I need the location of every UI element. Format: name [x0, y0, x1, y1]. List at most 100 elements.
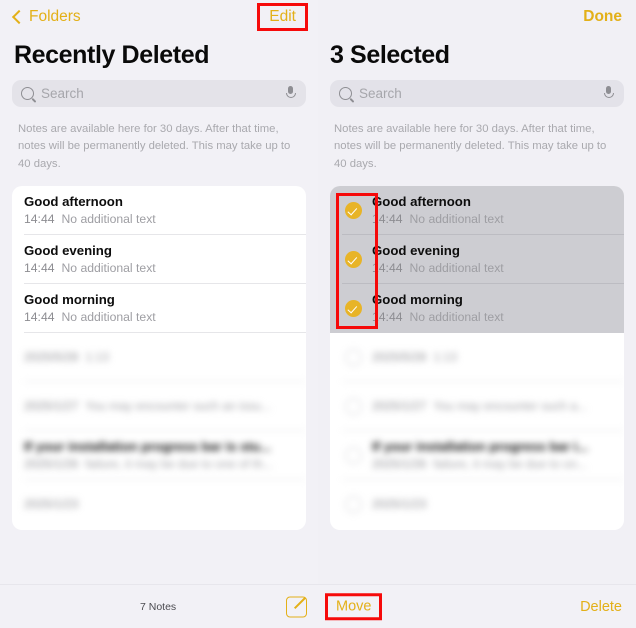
- table-row[interactable]: 2025/1/27 You may encounter such a...: [330, 382, 624, 431]
- done-button[interactable]: Done: [583, 9, 622, 25]
- search-input-left[interactable]: Search: [12, 80, 306, 108]
- note-preview: 1:13: [85, 350, 109, 365]
- table-row[interactable]: Good evening 14:44 No additional text: [12, 235, 306, 284]
- note-time: 2025/1/26: [372, 457, 427, 472]
- table-row[interactable]: 2025/1/23: [12, 480, 306, 529]
- search-placeholder-right: Search: [359, 86, 402, 101]
- row-body: Good afternoon 14:44 No additional text: [372, 193, 624, 228]
- row-body: 2025/5/28 1:13: [24, 348, 306, 365]
- checkbox-unchecked-icon[interactable]: [345, 446, 362, 464]
- note-time: 2025/1/27: [372, 399, 427, 414]
- row-body: Good morning 14:44 No additional text: [372, 291, 624, 326]
- row-body: If your installation progress bar is stu…: [24, 438, 306, 473]
- note-subtitle: 14:44 No additional text: [24, 260, 306, 276]
- row-body: 2025/5/28 1:13: [372, 348, 624, 365]
- row-body: 2025/1/23: [372, 495, 624, 512]
- retention-info-left: Notes are available here for 30 days. Af…: [18, 123, 291, 170]
- note-time: 2025/1/26: [24, 457, 79, 472]
- checkbox-checked-icon[interactable]: [345, 299, 362, 317]
- row-body: Good evening 14:44 No additional text: [372, 242, 624, 277]
- note-subtitle: 2025/1/23: [372, 496, 624, 512]
- back-button-label: Folders: [29, 8, 81, 26]
- note-subtitle: 2025/1/27 You may encounter such an issu.…: [24, 398, 306, 414]
- edit-button[interactable]: Edit: [257, 2, 308, 32]
- notes-app-screenshot: Folders Edit Recently Deleted Search Not…: [0, 0, 636, 628]
- back-to-folders-button[interactable]: Folders: [11, 8, 81, 26]
- side-by-side-panes: Folders Edit Recently Deleted Search Not…: [0, 0, 636, 584]
- note-title: If your installation progress bar is stu…: [24, 438, 271, 454]
- row-body: 2025/1/23: [24, 495, 306, 512]
- search-input-right[interactable]: Search: [330, 80, 624, 108]
- checkbox-checked-icon[interactable]: [345, 250, 362, 268]
- row-body: If your installation progress bar i... 2…: [372, 438, 624, 473]
- table-row[interactable]: If your installation progress bar i... 2…: [330, 431, 624, 480]
- note-time: 14:44: [24, 212, 55, 227]
- note-time: 2025/5/28: [24, 350, 79, 365]
- microphone-icon[interactable]: [603, 86, 615, 101]
- table-row[interactable]: 2025/5/28 1:13: [12, 333, 306, 382]
- table-row[interactable]: Good morning 14:44 No additional text: [12, 284, 306, 333]
- note-subtitle: 2025/1/26 failure, it may be due to one o…: [24, 456, 306, 472]
- note-time: 14:44: [372, 212, 403, 227]
- right-navbar: Done: [318, 0, 636, 34]
- note-subtitle: 14:44 No additional text: [372, 211, 624, 227]
- table-row[interactable]: Good afternoon 14:44 No additional text: [330, 185, 624, 235]
- note-subtitle: 2025/1/27 You may encounter such a...: [372, 398, 624, 414]
- compose-note-icon[interactable]: [286, 596, 307, 617]
- table-row[interactable]: 2025/5/28 1:13: [330, 333, 624, 382]
- search-placeholder-left: Search: [41, 86, 84, 101]
- notes-list-left: Good afternoon 14:44 No additional text G…: [12, 185, 306, 530]
- note-subtitle: 14:44 No additional text: [372, 260, 624, 276]
- note-preview: You may encounter such a...: [433, 399, 588, 414]
- table-row[interactable]: Good evening 14:44 No additional text: [330, 234, 624, 284]
- note-preview: failure, it may be due to one of th...: [85, 457, 273, 472]
- note-subtitle: 2025/1/26 failure, it may be due to on...: [372, 456, 624, 472]
- note-time: 2025/1/27: [24, 399, 79, 414]
- note-time: 14:44: [24, 261, 55, 276]
- row-body: Good afternoon 14:44 No additional text: [24, 193, 306, 228]
- bottom-toolbar: 7 Notes Move Delete: [0, 584, 636, 628]
- note-preview: 1:13: [433, 350, 457, 365]
- note-time: 2025/1/23: [372, 497, 427, 512]
- notes-list-right: Good afternoon 14:44 No additional text G…: [330, 185, 624, 530]
- note-time: 2025/5/28: [372, 350, 427, 365]
- move-button[interactable]: Move: [325, 592, 383, 621]
- left-pane-recently-deleted: Folders Edit Recently Deleted Search Not…: [0, 0, 318, 584]
- table-row[interactable]: 2025/1/27 You may encounter such an issu.…: [12, 382, 306, 431]
- table-row[interactable]: Good morning 14:44 No additional text: [330, 283, 624, 333]
- microphone-icon[interactable]: [285, 86, 297, 101]
- note-preview: No additional text: [61, 261, 156, 276]
- note-title: Good evening: [372, 242, 460, 258]
- note-preview: You may encounter such an issu...: [85, 399, 272, 414]
- note-time: 14:44: [372, 310, 403, 325]
- note-preview: No additional text: [61, 310, 156, 325]
- note-preview: No additional text: [61, 212, 156, 227]
- note-preview: No additional text: [409, 212, 504, 227]
- left-navbar: Folders Edit: [0, 0, 318, 34]
- row-body: Good evening 14:44 No additional text: [24, 242, 306, 277]
- left-search-wrap: Search: [0, 71, 318, 108]
- right-pane-selection-mode: Done 3 Selected Search Notes are availab…: [318, 0, 636, 584]
- note-title: Good morning: [24, 291, 115, 307]
- checkbox-unchecked-icon[interactable]: [345, 348, 362, 366]
- table-row[interactable]: Good afternoon 14:44 No additional text: [12, 186, 306, 235]
- checkbox-unchecked-icon[interactable]: [345, 495, 362, 513]
- row-body: 2025/1/27 You may encounter such an issu.…: [24, 397, 306, 414]
- note-subtitle: 2025/1/23: [24, 496, 306, 512]
- note-title: Good evening: [24, 242, 112, 258]
- notes-count-label: 7 Notes: [140, 600, 177, 613]
- table-row[interactable]: If your installation progress bar is stu…: [12, 431, 306, 480]
- delete-button[interactable]: Delete: [580, 599, 622, 614]
- note-subtitle: 2025/5/28 1:13: [24, 349, 306, 365]
- checkbox-unchecked-icon[interactable]: [345, 397, 362, 415]
- note-preview: No additional text: [409, 310, 504, 325]
- row-body: 2025/1/27 You may encounter such a...: [372, 397, 624, 414]
- page-title-selected-count: 3 Selected: [330, 41, 450, 69]
- note-subtitle: 14:44 No additional text: [24, 309, 306, 325]
- page-title-recently-deleted: Recently Deleted: [14, 41, 210, 69]
- table-row[interactable]: 2025/1/23: [330, 480, 624, 529]
- chevron-left-icon: [11, 9, 27, 24]
- checkbox-checked-icon[interactable]: [345, 201, 362, 219]
- note-title: Good morning: [372, 291, 463, 307]
- note-preview: failure, it may be due to on...: [433, 457, 588, 472]
